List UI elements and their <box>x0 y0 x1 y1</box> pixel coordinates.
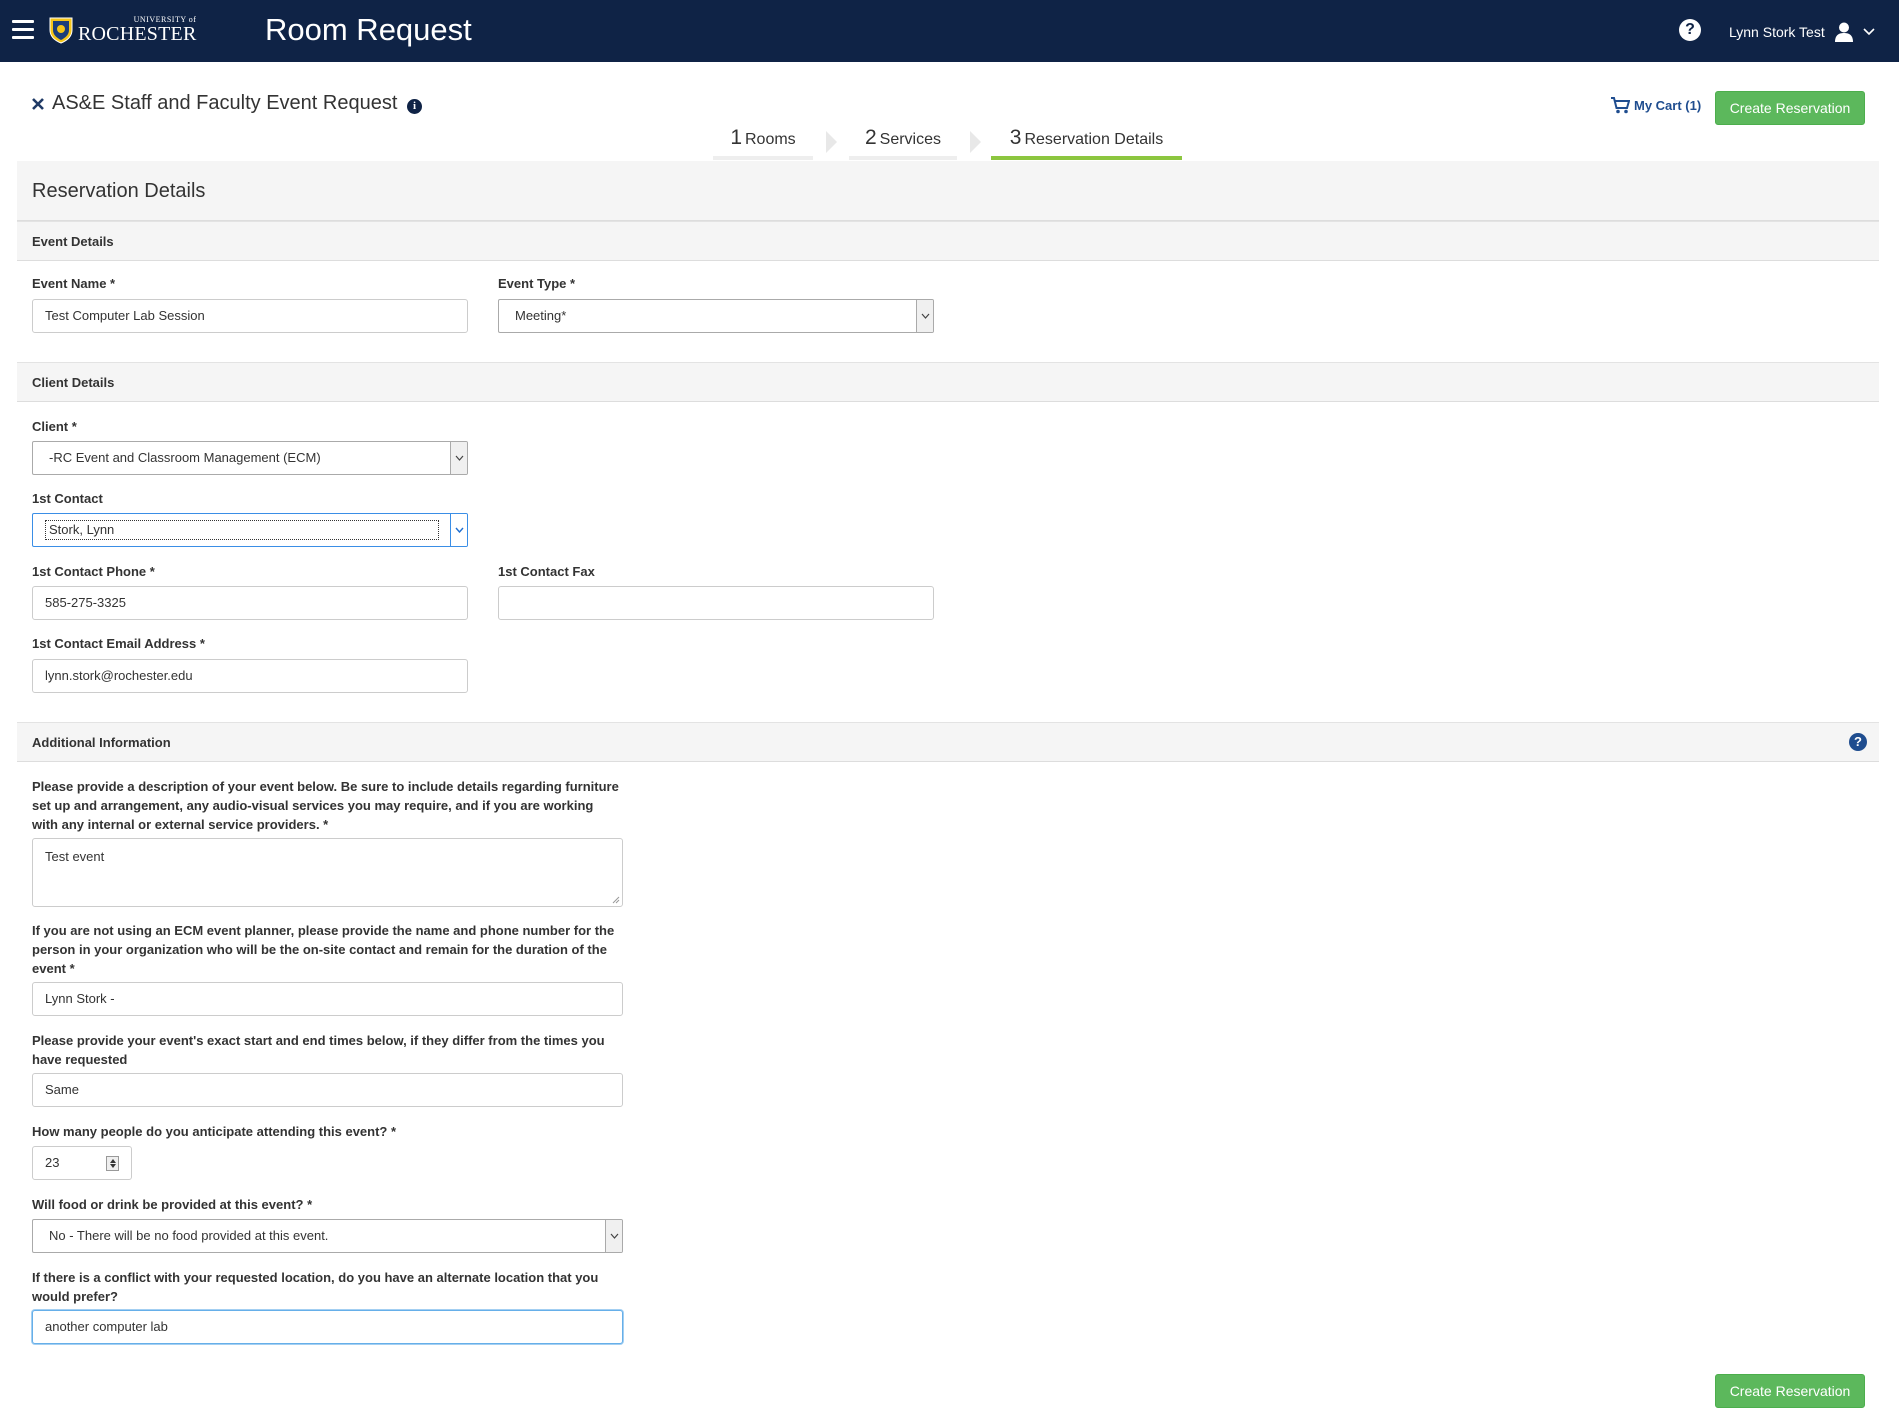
alternate-location-input[interactable]: another computer lab <box>32 1310 623 1344</box>
food-value: No - There will be no food provided at t… <box>49 1228 329 1243</box>
food-select[interactable]: No - There will be no food provided at t… <box>32 1219 623 1253</box>
fax-input[interactable] <box>498 586 934 620</box>
step-reservation-details[interactable]: 3 Reservation Details <box>991 126 1182 160</box>
create-reservation-button-bottom[interactable]: Create Reservation <box>1715 1374 1865 1408</box>
close-icon[interactable] <box>31 97 45 111</box>
help-icon[interactable]: ? <box>1849 733 1867 751</box>
spin-up-icon[interactable] <box>110 1159 116 1163</box>
alternate-location-label: If there is a conflict with your request… <box>32 1270 599 1304</box>
attendance-value: 23 <box>45 1155 60 1170</box>
step-separator <box>826 131 837 153</box>
first-contact-value: Stork, Lynn <box>45 520 439 540</box>
step-number: 3 <box>1009 126 1022 149</box>
reservation-details-header: Reservation Details <box>17 161 1879 221</box>
attendance-label: How many people do you anticipate attend… <box>32 1124 397 1139</box>
additional-info-header: Additional Information ? <box>17 722 1879 762</box>
chevron-down-icon <box>455 527 464 533</box>
dropdown-button[interactable] <box>450 514 467 546</box>
additional-info-title: Additional Information <box>32 735 171 750</box>
step-label: Reservation Details <box>1024 131 1164 148</box>
dropdown-button[interactable] <box>916 300 933 332</box>
app-title: Room Request <box>265 12 472 47</box>
event-type-value: Meeting* <box>515 308 567 323</box>
client-label: Client * <box>32 419 77 434</box>
my-cart-link[interactable]: My Cart (1) <box>1611 97 1701 114</box>
chevron-down-icon <box>455 455 464 461</box>
logo-main-text: ROCHESTER <box>78 23 197 45</box>
client-select[interactable]: -RC Event and Classroom Management (ECM) <box>32 441 468 475</box>
onsite-contact-input[interactable]: Lynn Stork - <box>32 982 623 1016</box>
event-details-header: Event Details <box>17 221 1879 261</box>
event-times-input[interactable]: Same <box>32 1073 623 1107</box>
event-details-title: Event Details <box>32 234 114 249</box>
university-seal-icon <box>49 17 73 44</box>
step-separator <box>970 131 981 153</box>
step-label: Rooms <box>745 131 796 148</box>
first-contact-select[interactable]: Stork, Lynn <box>32 513 468 547</box>
hamburger-menu-icon[interactable] <box>12 20 34 39</box>
spin-down-icon[interactable] <box>110 1164 116 1168</box>
chevron-down-icon <box>921 313 930 319</box>
step-rooms[interactable]: 1 Rooms <box>713 126 813 160</box>
create-reservation-button-top[interactable]: Create Reservation <box>1715 91 1865 125</box>
event-type-label: Event Type * <box>498 276 576 291</box>
description-label: Please provide a description of your eve… <box>32 779 619 832</box>
step-bar <box>713 156 813 160</box>
resize-grip-icon[interactable] <box>612 896 620 904</box>
section-title: Reservation Details <box>32 180 206 202</box>
step-label: Services <box>879 131 942 148</box>
event-name-label: Event Name * <box>32 276 116 291</box>
university-logo[interactable]: UNIVERSITY of ROCHESTER <box>48 14 196 46</box>
attendance-number-input[interactable]: 23 <box>32 1146 132 1180</box>
top-navbar: UNIVERSITY of ROCHESTER Room Request ? L… <box>0 0 1899 62</box>
spinner-buttons[interactable] <box>106 1156 119 1171</box>
dropdown-button[interactable] <box>605 1220 622 1252</box>
onsite-contact-label: If you are not using an ECM event planne… <box>32 923 615 976</box>
cart-label: My Cart (1) <box>1634 98 1702 113</box>
phone-input[interactable]: 585-275-3325 <box>32 586 468 620</box>
email-label: 1st Contact Email Address * <box>32 636 205 651</box>
user-name: Lynn Stork Test <box>1729 24 1825 40</box>
event-name-input[interactable]: Test Computer Lab Session <box>32 299 468 333</box>
step-bar-active <box>991 156 1182 160</box>
help-icon[interactable]: ? <box>1679 19 1701 41</box>
fax-label: 1st Contact Fax <box>498 564 595 579</box>
email-input[interactable]: lynn.stork@rochester.edu <box>32 659 468 693</box>
chevron-down-icon <box>1863 28 1875 36</box>
chevron-down-icon <box>610 1233 619 1239</box>
dropdown-button[interactable] <box>450 442 467 474</box>
food-label: Will food or drink be provided at this e… <box>32 1197 313 1212</box>
phone-label: 1st Contact Phone * <box>32 564 155 579</box>
step-services[interactable]: 2 Services <box>849 126 957 160</box>
description-value: Test event <box>45 849 105 864</box>
client-value: -RC Event and Classroom Management (ECM) <box>49 450 321 465</box>
user-menu[interactable]: Lynn Stork Test <box>1729 20 1875 44</box>
step-number: 2 <box>864 126 877 149</box>
info-icon[interactable]: i <box>407 99 422 114</box>
description-textarea[interactable]: Test event <box>32 838 623 907</box>
client-details-title: Client Details <box>32 375 115 390</box>
event-type-select[interactable]: Meeting* <box>498 299 934 333</box>
cart-icon <box>1611 97 1630 114</box>
step-number: 1 <box>730 126 742 149</box>
step-bar <box>849 156 957 160</box>
page-title: AS&E Staff and Faculty Event Request <box>52 92 398 114</box>
user-icon <box>1834 22 1853 42</box>
first-contact-label: 1st Contact <box>32 491 103 506</box>
client-details-header: Client Details <box>17 362 1879 402</box>
event-times-label: Please provide your event's exact start … <box>32 1033 605 1067</box>
